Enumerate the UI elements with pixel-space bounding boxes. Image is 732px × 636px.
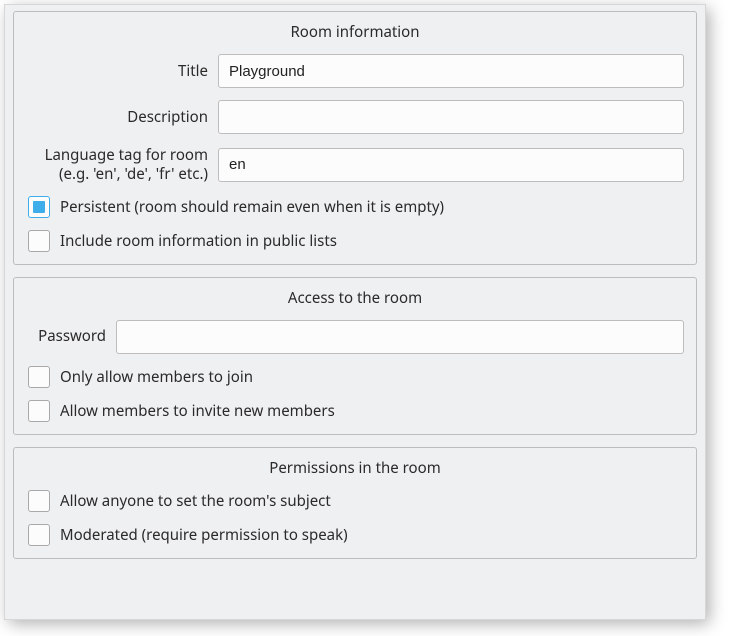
- title-input[interactable]: [218, 54, 684, 88]
- permissions-group: Permissions in the room Allow anyone to …: [13, 447, 697, 559]
- allow-invite-label[interactable]: Allow members to invite new members: [60, 401, 335, 421]
- title-label: Title: [26, 62, 208, 81]
- password-label: Password: [26, 327, 106, 346]
- title-row: Title: [26, 54, 684, 88]
- settings-panel: Room information Title Description Langu…: [4, 4, 706, 620]
- persistent-label[interactable]: Persistent (room should remain even when…: [60, 197, 444, 217]
- password-input[interactable]: [116, 320, 684, 354]
- room-information-legend: Room information: [26, 22, 684, 42]
- permissions-legend: Permissions in the room: [26, 458, 684, 478]
- moderated-row: Moderated (require permission to speak): [26, 524, 684, 546]
- persistent-row: Persistent (room should remain even when…: [26, 196, 684, 218]
- moderated-label[interactable]: Moderated (require permission to speak): [60, 525, 348, 545]
- members-only-row: Only allow members to join: [26, 366, 684, 388]
- language-row: Language tag for room (e.g. 'en', 'de', …: [26, 146, 684, 184]
- language-input[interactable]: [218, 148, 684, 182]
- description-input[interactable]: [218, 100, 684, 134]
- description-row: Description: [26, 100, 684, 134]
- anyone-subject-row: Allow anyone to set the room's subject: [26, 490, 684, 512]
- access-legend: Access to the room: [26, 288, 684, 308]
- include-public-label[interactable]: Include room information in public lists: [60, 231, 337, 251]
- password-row: Password: [26, 320, 684, 354]
- members-only-checkbox[interactable]: [28, 366, 50, 388]
- moderated-checkbox[interactable]: [28, 524, 50, 546]
- access-group: Access to the room Password Only allow m…: [13, 277, 697, 435]
- language-label: Language tag for room (e.g. 'en', 'de', …: [26, 146, 208, 184]
- room-information-group: Room information Title Description Langu…: [13, 11, 697, 265]
- persistent-checkbox[interactable]: [28, 196, 50, 218]
- allow-invite-checkbox[interactable]: [28, 400, 50, 422]
- anyone-subject-checkbox[interactable]: [28, 490, 50, 512]
- members-only-label[interactable]: Only allow members to join: [60, 367, 253, 387]
- description-label: Description: [26, 108, 208, 127]
- allow-invite-row: Allow members to invite new members: [26, 400, 684, 422]
- include-public-checkbox[interactable]: [28, 230, 50, 252]
- include-public-row: Include room information in public lists: [26, 230, 684, 252]
- anyone-subject-label[interactable]: Allow anyone to set the room's subject: [60, 491, 331, 511]
